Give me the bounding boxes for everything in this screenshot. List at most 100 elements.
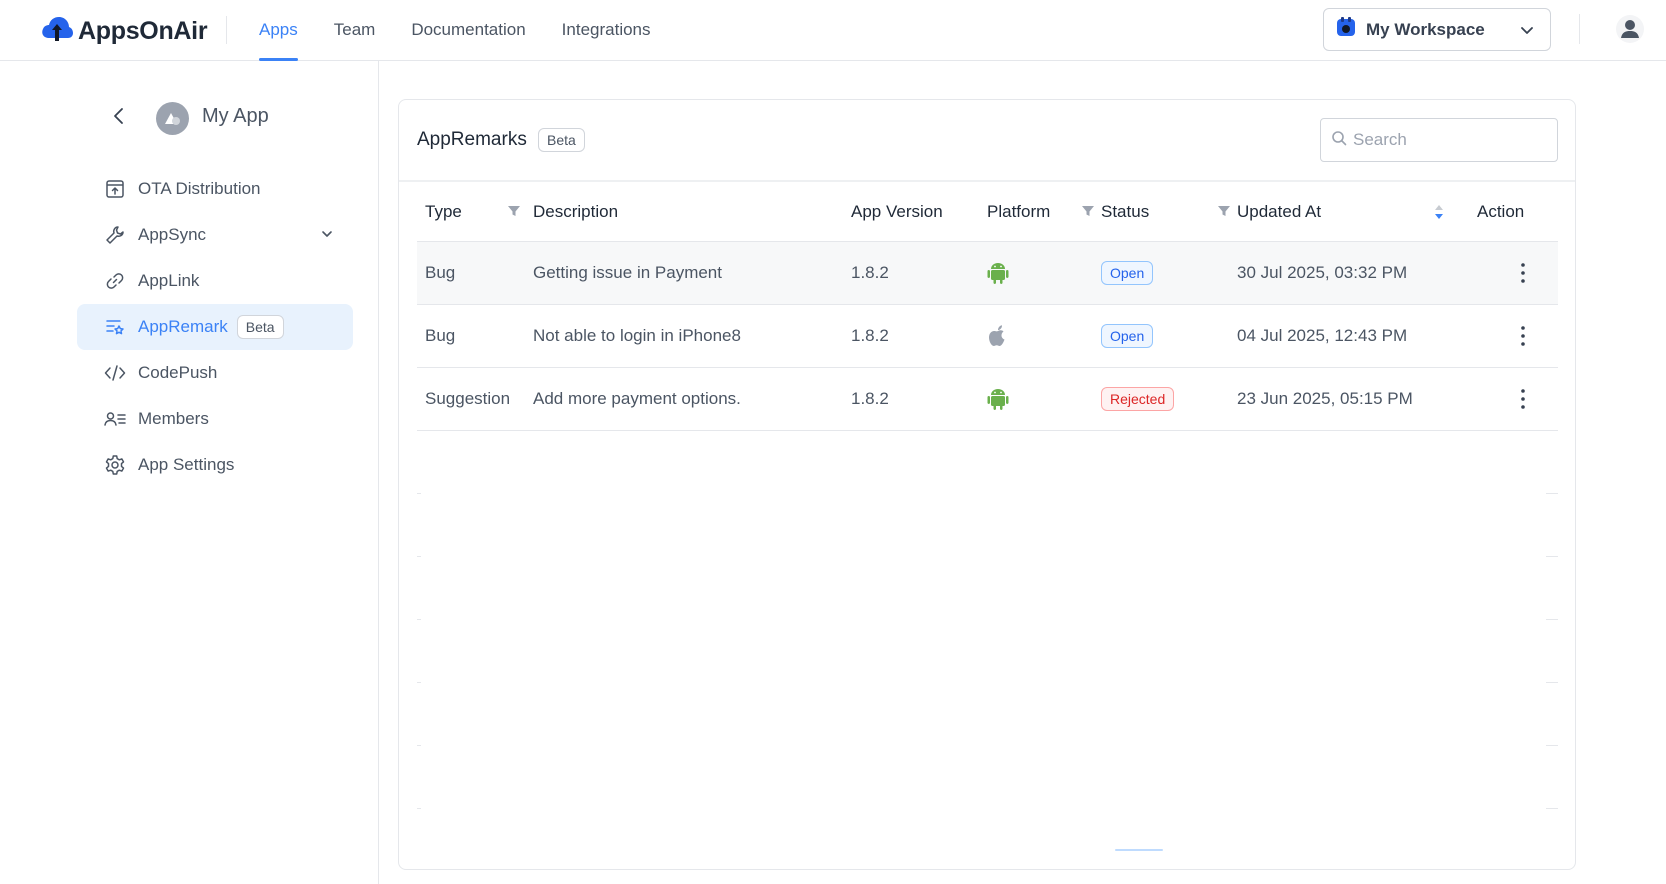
workspace-selector[interactable]: My Workspace xyxy=(1323,8,1551,51)
chevron-down-icon xyxy=(319,226,335,247)
sidebar-item-label: CodePush xyxy=(138,363,218,382)
nav-team[interactable]: Team xyxy=(334,0,376,61)
search-input[interactable] xyxy=(1353,130,1543,150)
chevron-left-icon xyxy=(108,108,130,131)
row-action-button[interactable] xyxy=(1513,386,1533,412)
nav-apps[interactable]: Apps xyxy=(259,0,298,61)
table-row[interactable]: Suggestion Add more payment options. 1.8… xyxy=(417,368,1558,431)
column-header-status: Status xyxy=(1101,202,1150,221)
header-divider xyxy=(226,16,227,44)
sidebar-item-applink[interactable]: AppLink xyxy=(77,258,353,304)
sidebar-item-label: AppSync xyxy=(138,225,207,244)
cell-description: Add more payment options. xyxy=(533,389,741,408)
sort-icon[interactable] xyxy=(1433,203,1445,226)
beta-badge: Beta xyxy=(236,315,284,339)
page-title: AppRemarks xyxy=(417,129,527,150)
sidebar-item-app-settings[interactable]: App Settings xyxy=(77,442,353,488)
app-avatar xyxy=(156,102,189,135)
row-action-button[interactable] xyxy=(1513,260,1533,286)
empty-row xyxy=(417,494,1558,557)
horizontal-scrollbar[interactable] xyxy=(1115,849,1163,851)
sidebar-item-label: AppRemark xyxy=(138,317,228,336)
main-nav: Apps Team Documentation Integrations xyxy=(259,0,687,61)
table-row[interactable]: Bug Not able to login in iPhone8 1.8.2 O… xyxy=(417,305,1558,368)
empty-row xyxy=(417,557,1558,620)
sidebar-item-appremark[interactable]: AppRemark Beta xyxy=(77,304,353,350)
filter-icon[interactable] xyxy=(507,204,521,223)
table-row[interactable]: Bug Getting issue in Payment 1.8.2 Open … xyxy=(417,242,1558,305)
row-action-button[interactable] xyxy=(1513,323,1533,349)
cell-description: Not able to login in iPhone8 xyxy=(533,326,741,345)
filter-icon[interactable] xyxy=(1081,204,1095,223)
code-icon xyxy=(104,362,126,384)
upload-box-icon xyxy=(104,178,126,200)
user-menu-button[interactable] xyxy=(1615,14,1645,44)
logo-text: AppsOnAir xyxy=(78,17,208,45)
user-icon xyxy=(1615,15,1645,48)
android-icon xyxy=(987,387,1009,416)
top-header: AppsOnAir Apps Team Documentation Integr… xyxy=(0,0,1666,61)
logo[interactable]: AppsOnAir xyxy=(40,14,208,49)
sidebar-item-label: Members xyxy=(138,409,209,428)
empty-row xyxy=(417,809,1558,869)
column-header-updated-at: Updated At xyxy=(1237,202,1322,221)
apple-icon xyxy=(988,324,1008,353)
status-badge: Open xyxy=(1101,261,1154,285)
column-header-description: Description xyxy=(533,202,619,221)
cell-description: Getting issue in Payment xyxy=(533,263,722,282)
empty-row xyxy=(417,620,1558,683)
cloud-upload-icon xyxy=(40,14,74,49)
cell-app-version: 1.8.2 xyxy=(851,263,889,282)
workspace-label: My Workspace xyxy=(1366,19,1485,39)
cell-type: Bug xyxy=(425,263,456,282)
sidebar-item-label: App Settings xyxy=(138,455,235,474)
members-icon xyxy=(104,408,126,430)
cell-app-version: 1.8.2 xyxy=(851,326,889,345)
workspace-icon xyxy=(1334,15,1358,44)
link-icon xyxy=(104,270,126,292)
status-badge: Rejected xyxy=(1101,387,1175,411)
more-vertical-icon xyxy=(1513,263,1533,290)
sidebar-item-label: OTA Distribution xyxy=(138,179,261,198)
search-icon xyxy=(1331,130,1347,151)
column-header-type: Type xyxy=(425,202,462,221)
app-name: My App xyxy=(202,105,269,127)
empty-row xyxy=(417,431,1558,494)
nav-documentation[interactable]: Documentation xyxy=(411,0,525,61)
cell-updated-at: 04 Jul 2025, 12:43 PM xyxy=(1237,326,1408,345)
gear-icon xyxy=(104,454,126,476)
search-box[interactable] xyxy=(1320,118,1558,162)
more-vertical-icon xyxy=(1513,326,1533,353)
cell-type: Bug xyxy=(425,326,456,345)
android-icon xyxy=(987,261,1009,290)
back-button[interactable] xyxy=(108,105,130,127)
more-vertical-icon xyxy=(1513,389,1533,416)
column-header-app-version: App Version xyxy=(851,202,943,221)
cell-app-version: 1.8.2 xyxy=(851,389,889,408)
sidebar-item-label: AppLink xyxy=(138,271,200,290)
cell-updated-at: 23 Jun 2025, 05:15 PM xyxy=(1237,389,1413,408)
sidebar-item-ota-distribution[interactable]: OTA Distribution xyxy=(77,166,353,212)
filter-icon[interactable] xyxy=(1217,204,1231,223)
empty-row xyxy=(417,683,1558,746)
sidebar-menu: OTA Distribution AppSync AppLink AppRema… xyxy=(77,166,353,488)
header-divider-right xyxy=(1579,14,1580,44)
cell-type: Suggestion xyxy=(425,389,511,408)
chevron-down-icon xyxy=(1518,21,1536,44)
sidebar-item-appsync[interactable]: AppSync xyxy=(77,212,353,258)
nav-integrations[interactable]: Integrations xyxy=(562,0,651,61)
column-header-platform: Platform xyxy=(987,202,1051,221)
sidebar-item-codepush[interactable]: CodePush xyxy=(77,350,353,396)
sidebar: My App OTA Distribution AppSync AppLink xyxy=(0,61,379,884)
appremarks-card: AppRemarks Beta Type Description App Ver… xyxy=(398,99,1576,870)
status-badge: Open xyxy=(1101,324,1154,348)
table-header-row: Type Description App Version Platform St… xyxy=(417,182,1558,242)
empty-row xyxy=(417,746,1558,809)
list-star-icon xyxy=(104,316,126,338)
sidebar-item-members[interactable]: Members xyxy=(77,396,353,442)
wrench-icon xyxy=(104,224,126,246)
remarks-table: Type Description App Version Platform St… xyxy=(417,182,1558,869)
column-header-action: Action xyxy=(1477,202,1525,221)
beta-badge: Beta xyxy=(538,128,585,152)
cell-updated-at: 30 Jul 2025, 03:32 PM xyxy=(1237,263,1408,282)
